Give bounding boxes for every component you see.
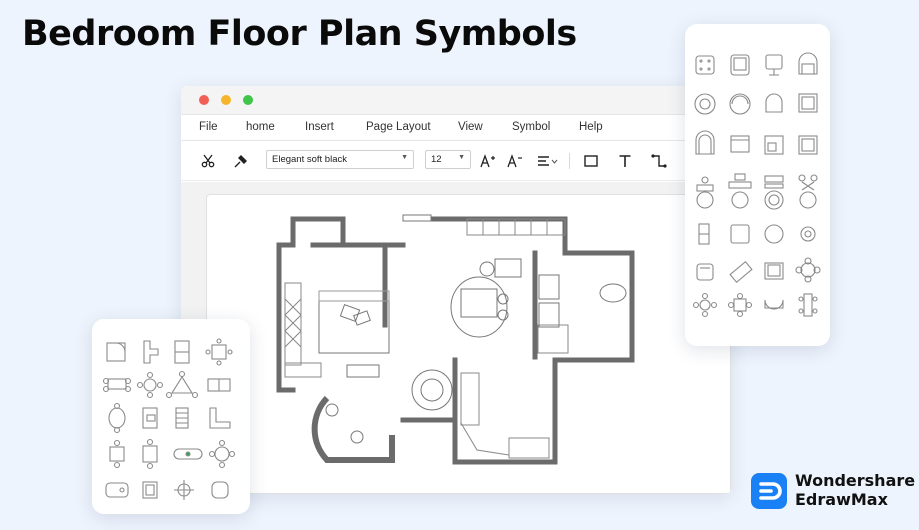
font-size-value: 12: [431, 154, 442, 165]
symbol-grid-right: [692, 52, 821, 318]
chaise-icon: [729, 260, 753, 284]
chevron-down-icon: ▼: [401, 154, 408, 161]
table-4b-icon: [142, 438, 158, 470]
minimize-window-button[interactable]: [221, 95, 231, 105]
menu-home[interactable]: home: [246, 121, 275, 133]
dining-4-icon: [102, 377, 132, 393]
banquet-table-icon: [173, 448, 203, 460]
double-seat-icon: [698, 223, 710, 245]
round-table-icon: [764, 224, 784, 244]
sofa-corner-icon: [106, 342, 126, 362]
menu-page-layout[interactable]: Page Layout: [366, 121, 431, 133]
menu-symbol[interactable]: Symbol: [512, 121, 550, 133]
connector-icon[interactable]: [649, 151, 669, 171]
canvas-page[interactable]: [206, 194, 731, 494]
maximize-window-button[interactable]: [243, 95, 253, 105]
bathtub-icon: [105, 482, 129, 498]
sofa-l-icon: [143, 340, 159, 364]
drawing-canvas[interactable]: [181, 182, 731, 494]
triangle-dining-icon: [165, 370, 199, 399]
menu-insert[interactable]: Insert: [305, 121, 334, 133]
edrawmax-window: File home Insert Page Layout View Symbol…: [181, 86, 731, 494]
armchair-icon: [730, 54, 750, 76]
cut-icon[interactable]: [198, 151, 218, 171]
table-4-icon: [109, 439, 125, 469]
brand-name: Wondershare EdrawMax: [795, 471, 915, 509]
align-icon[interactable]: [535, 151, 561, 171]
sofa-chair-icon: [798, 52, 818, 75]
toolbar-divider: [569, 153, 570, 169]
dining-set-round-icon: [728, 173, 752, 209]
office-chair-icon: [765, 54, 783, 76]
lounge-chair-icon: [696, 263, 714, 281]
cushion-chair-icon: [764, 262, 784, 280]
stairs-icon: [175, 407, 189, 429]
symbol-library-panel-right: [685, 24, 830, 346]
symbol-library-panel-left: [92, 319, 250, 514]
font-family-value: Elegant soft black: [272, 154, 347, 165]
floor-plan-drawing: [276, 214, 635, 465]
decrease-font-icon[interactable]: [505, 151, 525, 171]
l-corner-icon: [209, 407, 231, 429]
round-table-6-icon: [208, 439, 236, 469]
desk-icon: [798, 135, 818, 155]
menu-view[interactable]: View: [458, 121, 483, 133]
cabinet-icon: [142, 481, 158, 499]
sectional-icon: [764, 299, 784, 310]
edrawmax-logo-icon: [751, 473, 787, 509]
bench-icon: [730, 135, 750, 153]
table-icon: [764, 135, 784, 155]
menu-file[interactable]: File: [199, 121, 218, 133]
arched-chair-icon: [765, 93, 783, 113]
chevron-down-icon: ▼: [458, 154, 465, 161]
round-seating-icon: [692, 292, 718, 318]
font-size-select[interactable]: 12 ▼: [425, 150, 471, 169]
brand-line-2: EdrawMax: [795, 490, 888, 509]
title-bar: [181, 86, 731, 114]
menu-help[interactable]: Help: [579, 121, 603, 133]
dining-set-flower-icon: [798, 174, 818, 209]
round-lamp-icon: [174, 480, 194, 500]
dining-oval-icon: [108, 402, 126, 434]
round-chair-icon: [694, 93, 716, 115]
long-table-icon: [798, 293, 818, 317]
brand-line-1: Wondershare: [795, 471, 916, 490]
increase-font-icon[interactable]: [478, 151, 498, 171]
kitchen-unit-icon: [207, 378, 231, 392]
font-family-select[interactable]: Elegant soft black ▼: [266, 150, 414, 169]
rectangle-icon[interactable]: [581, 151, 601, 171]
menu-bar: File home Insert Page Layout View Symbol…: [181, 114, 731, 141]
dining-set-icon: [696, 176, 714, 209]
round-armchair-icon: [729, 93, 751, 115]
symbol-grid-left: [102, 338, 236, 500]
round-stool-icon: [800, 226, 816, 242]
square-seating-icon: [727, 292, 753, 318]
bunk-icon: [174, 340, 190, 364]
pouf-icon: [211, 481, 229, 499]
format-painter-icon[interactable]: [230, 151, 250, 171]
flower-table-icon: [795, 257, 821, 283]
page-title: Bedroom Floor Plan Symbols: [22, 14, 577, 54]
square-dining-icon: [205, 338, 233, 366]
round-dining-icon: [136, 371, 164, 399]
close-window-button[interactable]: [199, 95, 209, 105]
dining-set-ornate-icon: [764, 175, 784, 210]
square-table-icon: [730, 224, 750, 244]
corner-desk-icon: [142, 407, 158, 429]
arched-seat-icon: [695, 130, 715, 155]
toolbar: Elegant soft black ▼ 12 ▼: [181, 141, 731, 181]
square-chair-icon: [798, 93, 818, 113]
chair-icon: [695, 55, 715, 75]
text-icon[interactable]: [615, 151, 635, 171]
